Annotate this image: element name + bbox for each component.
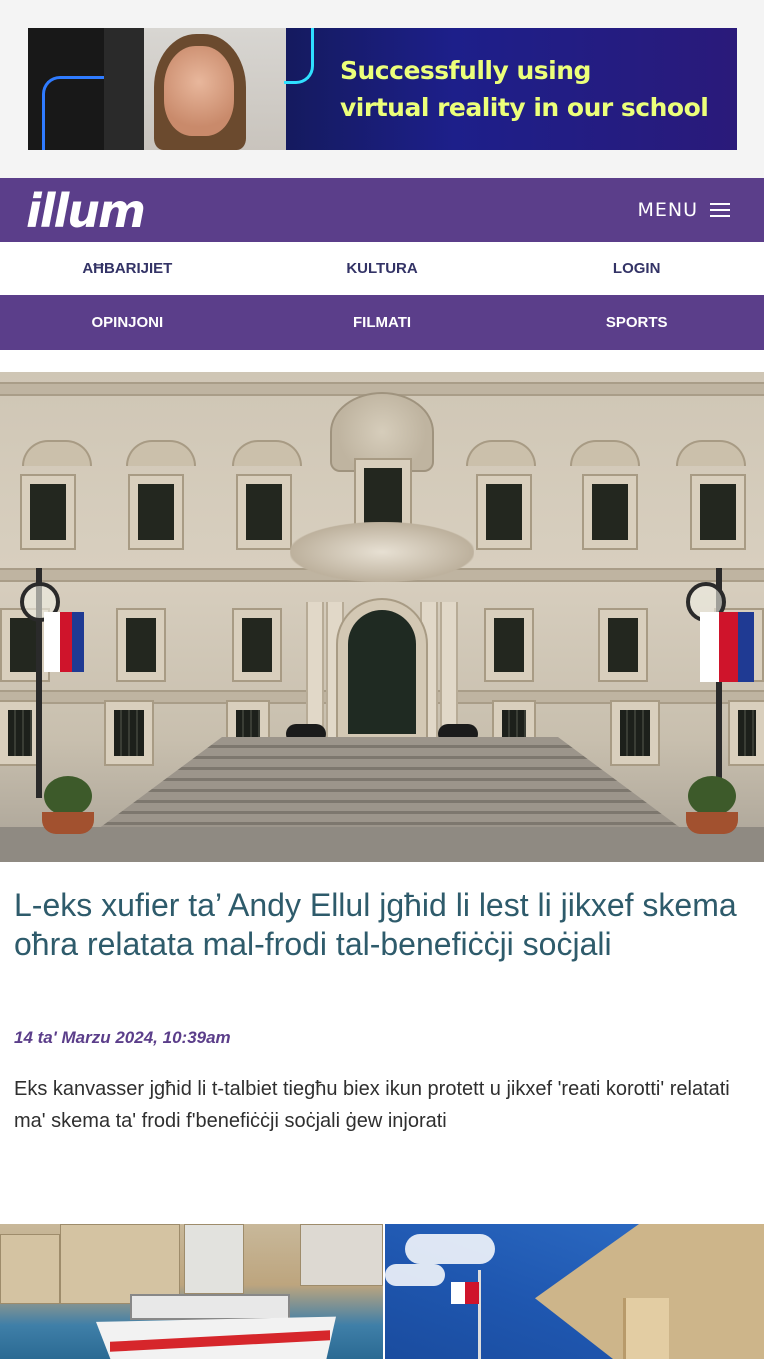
ad-banner-area: Successfully using virtual reality in ou… [0, 0, 764, 178]
site-header: illum MENU [0, 178, 764, 242]
malta-flag [451, 1282, 479, 1304]
article-headline[interactable]: L-eks xufier ta’ Andy Ellul jgħid li les… [14, 886, 754, 964]
statue-group [290, 522, 474, 582]
hamburger-icon [710, 202, 730, 218]
site-logo[interactable]: illum [26, 186, 146, 236]
ad-photo [104, 28, 286, 150]
nav-item-filmati[interactable]: FILMATI [255, 295, 510, 350]
stairs [90, 737, 690, 835]
nav-item-login[interactable]: LOGIN [509, 242, 764, 295]
menu-button[interactable]: MENU [637, 196, 730, 224]
ad-decorative-line-cyan [284, 28, 314, 84]
article-summary: Eks kanvasser jgħid li t-talbiet tiegħu … [14, 1078, 730, 1132]
related-article-thumbnail-2[interactable] [385, 1224, 764, 1359]
nav-row-primary: AĦBARIJIET KULTURA LOGIN [0, 242, 764, 295]
nav-item-sports[interactable]: SPORTS [509, 295, 764, 350]
menu-label: MENU [637, 199, 698, 221]
nav-row-secondary: OPINJONI FILMATI SPORTS [0, 295, 764, 350]
article-date: 14 ta' Marzu 2024, 10:39am [14, 1028, 231, 1047]
article-hero-image[interactable] [0, 372, 764, 862]
ad-line-1: Successfully using [340, 56, 591, 85]
nav-item-kultura[interactable]: KULTURA [255, 242, 510, 295]
ad-line-2: virtual reality in our school [340, 93, 709, 122]
related-article-thumbnail-1[interactable] [0, 1224, 383, 1359]
ad-banner[interactable]: Successfully using virtual reality in ou… [28, 28, 737, 150]
nav-item-ahbarijiet[interactable]: AĦBARIJIET [0, 242, 255, 295]
main-door [348, 610, 416, 734]
ad-headline: Successfully using virtual reality in ou… [340, 52, 709, 126]
nav-item-opinjoni[interactable]: OPINJONI [0, 295, 255, 350]
